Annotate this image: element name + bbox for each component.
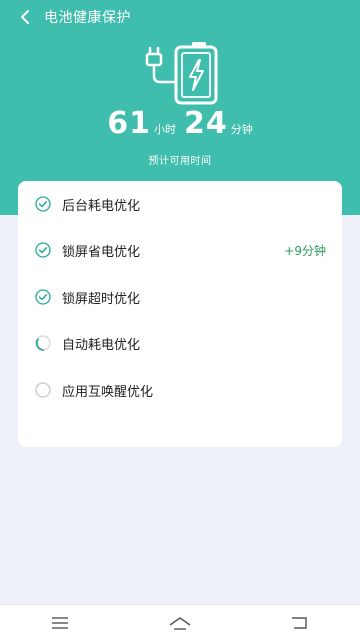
remaining-time: 61 小时 24 分钟 <box>0 106 360 141</box>
item-label: 应用互唤醒优化 <box>62 384 154 400</box>
check-circle-icon <box>34 241 52 259</box>
list-item[interactable]: 后台耗电优化 <box>18 184 342 224</box>
nav-back-button[interactable] <box>280 608 320 638</box>
loading-icon <box>34 334 52 352</box>
home-icon <box>169 617 191 630</box>
minutes-value: 24 <box>184 106 228 141</box>
menu-icon <box>52 617 68 629</box>
app-header: 电池健康保护 <box>0 0 360 34</box>
empty-circle-icon <box>34 381 52 399</box>
page-title: 电池健康保护 <box>44 10 131 26</box>
list-item[interactable]: 应用互唤醒优化 <box>18 370 342 410</box>
minutes-unit: 分钟 <box>230 123 253 136</box>
list-item[interactable]: 锁屏超时优化 <box>18 277 342 317</box>
hours-value: 61 <box>107 106 151 141</box>
nav-home-button[interactable] <box>160 608 200 638</box>
back-icon <box>292 617 307 629</box>
item-label: 自动耗电优化 <box>62 337 141 353</box>
list-item[interactable]: 自动耗电优化 <box>18 323 342 363</box>
remaining-time-label: 预计可用时间 <box>148 156 212 167</box>
back-button[interactable] <box>8 0 42 34</box>
time-gain-badge: +9分钟 <box>284 243 326 258</box>
system-navigation-bar <box>0 604 360 641</box>
battery-charging-icon <box>145 42 218 105</box>
nav-menu-button[interactable] <box>40 608 80 638</box>
check-circle-icon <box>34 288 52 306</box>
hours-unit: 小时 <box>154 123 176 136</box>
item-label: 锁屏省电优化 <box>62 244 141 260</box>
chevron-left-icon <box>21 10 29 24</box>
item-label: 后台耗电优化 <box>62 198 141 214</box>
optimization-list: 后台耗电优化 锁屏省电优化 +9分钟 锁屏超时优化 自动耗电优化 应用互唤醒优化 <box>18 181 342 447</box>
item-label: 锁屏超时优化 <box>62 291 141 307</box>
list-item[interactable]: 锁屏省电优化 +9分钟 <box>18 230 342 270</box>
check-circle-icon <box>34 195 52 213</box>
